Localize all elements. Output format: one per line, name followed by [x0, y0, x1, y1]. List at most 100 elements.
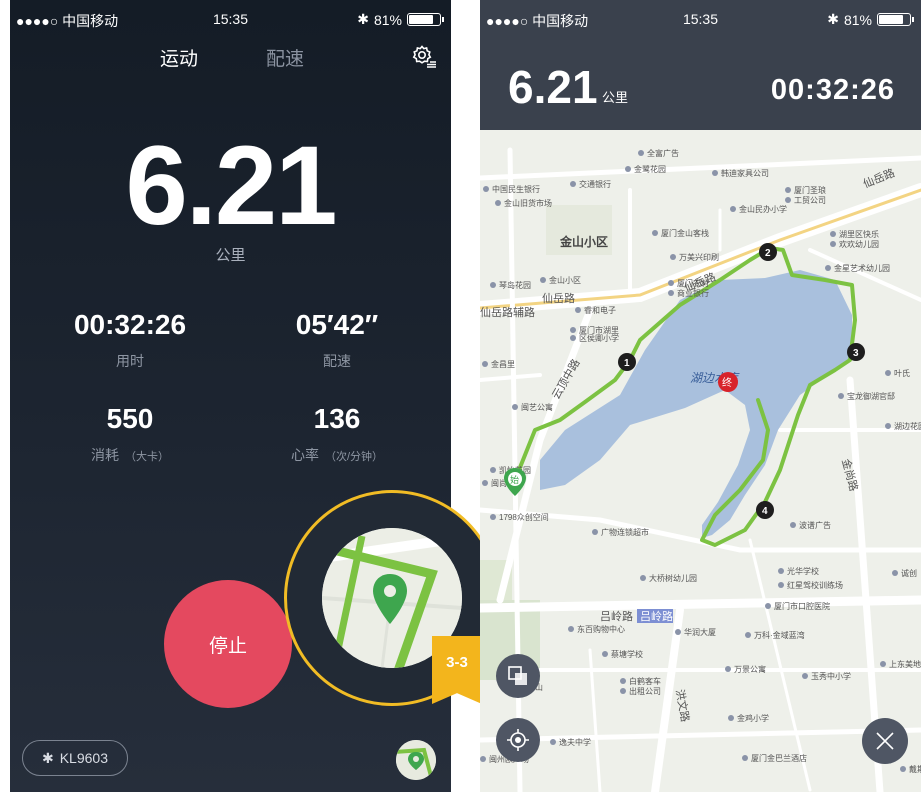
svg-text:金山旧货市场: 金山旧货市场: [504, 198, 552, 208]
svg-text:韩迪家具公司: 韩迪家具公司: [721, 168, 769, 178]
settings-icon[interactable]: [411, 44, 437, 70]
svg-text:1: 1: [624, 358, 630, 369]
poi-label: 金星艺术幼儿园: [825, 263, 890, 273]
area-label: 金山小区: [559, 234, 608, 249]
stat-heart-rate: 136 心率 （次/分钟）: [237, 405, 437, 465]
stat-value: 05′42″: [295, 309, 379, 340]
battery-status: ✱ 81%: [357, 11, 444, 28]
poi-label: 厦门市口腔医院: [765, 601, 830, 611]
svg-text:金山小区: 金山小区: [549, 275, 581, 285]
tab-workout[interactable]: 运动: [160, 44, 198, 71]
poi-label: 万科·金域蓝湾: [745, 630, 805, 640]
map-header: ●●●●○ 中国移动 15:35 ✱ 81% 6.21 公里 00:32:26: [480, 0, 921, 130]
stop-button[interactable]: 停止: [164, 580, 292, 708]
status-bar: ●●●●○ 中国移动 15:35 ✱ 81%: [480, 0, 921, 40]
route-marker: 3: [847, 343, 865, 361]
svg-text:华润大厦: 华润大厦: [684, 627, 716, 637]
svg-text:红星驾校训练场: 红星驾校训练场: [787, 580, 843, 590]
stat-value: 550: [106, 403, 154, 434]
road-label: 吕岭路: [640, 609, 673, 623]
poi-label: 金山民办小学: [730, 204, 787, 214]
svg-text:中国民生银行: 中国民生银行: [492, 184, 540, 194]
tab-pace[interactable]: 配速: [266, 44, 304, 71]
bluetooth-icon: ✱: [41, 749, 54, 766]
svg-text:万美兴印刷: 万美兴印刷: [679, 252, 719, 262]
svg-text:东百购物中心: 东百购物中心: [577, 624, 625, 634]
road-label: 仙岳路: [542, 292, 575, 305]
road-label: 吕岭路: [600, 609, 633, 623]
stat-label: 配速: [323, 353, 351, 369]
stat-pace: 05′42″ 配速: [237, 311, 437, 371]
poi-label: 大桥树幼儿园: [640, 573, 697, 583]
battery-icon: [877, 13, 914, 26]
route-marker: 1: [618, 353, 636, 371]
svg-text:2: 2: [765, 248, 771, 259]
stat-duration: 00:32:26 用时: [30, 311, 230, 371]
map-distance-value: 6.21: [508, 61, 598, 113]
layers-button[interactable]: [496, 654, 540, 698]
distance-unit: 公里: [215, 247, 246, 264]
svg-text:玉秀中小学: 玉秀中小学: [811, 671, 851, 681]
stat-label: 消耗 （大卡）: [91, 447, 169, 463]
svg-text:交通银行: 交通银行: [579, 179, 611, 189]
svg-text:逸夫中学: 逸夫中学: [559, 737, 591, 747]
svg-text:睿和电子: 睿和电子: [584, 305, 616, 315]
stat-unit: （次/分钟）: [324, 451, 384, 463]
svg-text:4: 4: [762, 506, 768, 517]
svg-text:叶氏: 叶氏: [894, 369, 910, 378]
device-button[interactable]: ✱ KL9603: [22, 740, 128, 776]
svg-text:戴斯酒店: 戴斯酒店: [909, 764, 921, 774]
svg-text:金鹭花园: 金鹭花园: [634, 164, 666, 174]
svg-text:上东美地: 上东美地: [889, 659, 921, 669]
svg-text:湖里区快乐: 湖里区快乐: [839, 229, 879, 239]
route-map[interactable]: 仙岳路 仙岳路 仙岳路 仙岳路辅路 云顶中路 吕岭路 洪文路 金尚路 吕岭路 金…: [480, 130, 921, 792]
route-marker: 2: [759, 243, 777, 261]
stat-calories: 550 消耗 （大卡）: [30, 405, 230, 465]
close-icon: [876, 732, 894, 750]
top-tabs: 运动 配速: [10, 44, 451, 74]
road-label: 仙岳路辅路: [480, 305, 535, 319]
battery-percent: 81%: [373, 11, 402, 28]
svg-text:3: 3: [853, 348, 859, 359]
stat-label: 用时: [116, 353, 144, 369]
svg-text:白鹤客车: 白鹤客车: [629, 676, 661, 686]
locate-button[interactable]: [496, 718, 540, 762]
svg-text:宝龙御湖官邸: 宝龙御湖官邸: [847, 391, 895, 401]
svg-text:蔡塘学校: 蔡塘学校: [611, 649, 643, 659]
svg-text:出租公司: 出租公司: [629, 686, 661, 696]
bluetooth-icon: ✱: [827, 11, 839, 27]
poi-label: 1798众创空间: [490, 512, 549, 522]
battery-percent: 81%: [843, 11, 872, 28]
route-marker: 4: [756, 501, 774, 519]
svg-text:终: 终: [722, 376, 732, 389]
svg-text:1798众创空间: 1798众创空间: [499, 512, 549, 522]
svg-text:商业银行: 商业银行: [677, 288, 709, 298]
map-icon: [396, 740, 436, 780]
stat-unit: （大卡）: [125, 451, 169, 463]
bluetooth-icon: ✱: [357, 11, 369, 27]
stat-label: 心率 （次/分钟）: [290, 447, 384, 463]
device-label: KL9603: [59, 750, 108, 766]
svg-text:万科·金域蓝湾: 万科·金域蓝湾: [754, 630, 805, 640]
svg-text:金山民办小学: 金山民办小学: [739, 204, 787, 214]
svg-text:闽艺公寓: 闽艺公寓: [521, 402, 553, 412]
stat-value: 136: [313, 403, 361, 434]
svg-text:金鸡小学: 金鸡小学: [737, 713, 769, 723]
poi-label: 东百购物中心: [568, 624, 625, 634]
end-marker: 终: [718, 372, 738, 392]
map-elapsed-time: 00:32:26: [770, 74, 895, 106]
distance-value: 6.21: [125, 123, 338, 248]
close-button[interactable]: [862, 718, 908, 764]
svg-text:大桥树幼儿园: 大桥树幼儿园: [649, 573, 697, 583]
svg-text:广物连锁超市: 广物连锁超市: [601, 527, 649, 537]
route-map-screen: 仙岳路 仙岳路 仙岳路 仙岳路辅路 云顶中路 吕岭路 洪文路 金尚路 吕岭路 金…: [480, 0, 921, 792]
layers-icon: [508, 666, 527, 685]
svg-text:金星艺术幼儿园: 金星艺术幼儿园: [834, 263, 890, 273]
svg-text:厦门圣琅: 厦门圣琅: [794, 185, 826, 195]
poi-label: 韩迪家具公司: [712, 168, 769, 178]
svg-text:全富广告: 全富广告: [647, 148, 679, 158]
svg-text:厦门市口腔医院: 厦门市口腔医院: [774, 601, 830, 611]
battery-status: ✱ 81%: [827, 11, 914, 28]
poi-label: 厦门金山客栈: [652, 228, 709, 238]
map-toggle-button[interactable]: [396, 740, 436, 780]
